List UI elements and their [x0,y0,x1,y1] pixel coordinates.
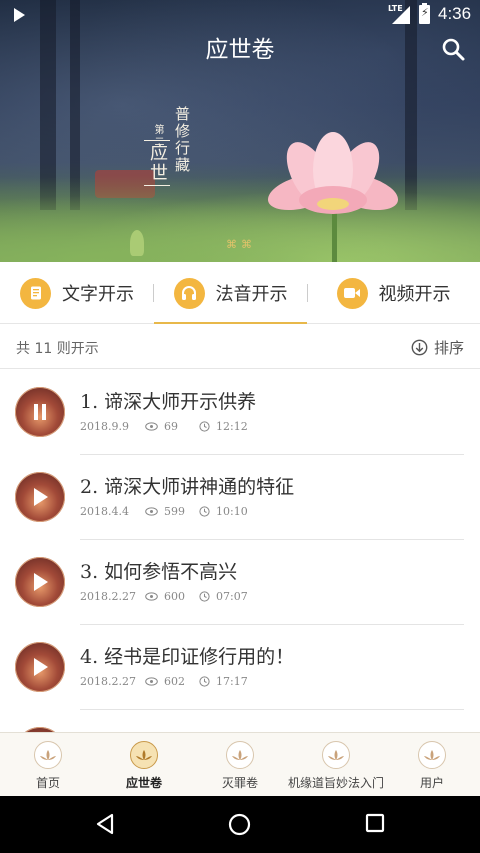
eye-icon [145,677,158,686]
list-item[interactable]: 3. 如何参悟不高兴 2018.2.27 600 07:07 [0,540,480,625]
tab-text-teachings[interactable]: 文字开示 [0,262,154,324]
item-duration: 07:07 [216,590,248,603]
teaching-thumbnail[interactable] [15,557,65,607]
status-time: 4:36 [438,4,472,23]
item-title: 2. 谛深大师讲神通的特征 [80,476,295,498]
lotus-active-icon [130,741,158,769]
active-tab-indicator [154,322,307,324]
banner-calligraphy-title: 应世 [144,140,170,186]
tab-video-teachings[interactable]: 视频开示 [307,262,480,324]
lotus-icon [322,741,350,769]
list-summary-bar: 共 11 则开示 排序 [0,325,480,369]
list-item[interactable]: 4. 经书是印证修行用的！ 2018.2.27 602 17:17 [0,625,480,710]
search-icon[interactable] [440,36,466,62]
eye-icon [145,422,158,431]
signal-icon [392,6,410,24]
list-item[interactable]: 2. 谛深大师讲神通的特征 2018.4.4 599 10:10 [0,455,480,540]
sort-download-icon [411,339,428,355]
tab-label: 法音开示 [215,284,288,305]
list-item[interactable]: 1. 谛深大师开示供养 2018.9.9 69 12:12 [0,370,480,455]
item-title: 1. 谛深大师开示供养 [80,391,257,413]
nav-miezui[interactable]: 灭罪卷 [192,733,288,797]
item-title: 4. 经书是印证修行用的！ [80,646,295,668]
item-date: 2018.2.27 [80,590,136,603]
item-duration: 17:17 [216,675,248,688]
nav-label: 灭罪卷 [221,776,258,790]
video-camera-icon [336,277,368,309]
banner-lotus-bud [130,230,144,256]
pause-icon [33,404,47,420]
sort-label: 排序 [434,338,465,357]
item-date: 2018.9.9 [80,420,129,433]
clock-icon [199,591,210,602]
lotus-user-icon [418,741,446,769]
banner-pager-dots: ⌘⌘ [226,238,256,251]
clock-icon [199,676,210,687]
teaching-thumbnail[interactable] [15,642,65,692]
play-icon [34,573,48,591]
nav-label: 用户 [419,776,444,790]
item-views: 600 [164,590,185,603]
lotus-icon [226,741,254,769]
clock-icon [199,506,210,517]
back-icon[interactable] [94,813,116,835]
recents-icon[interactable] [365,813,385,833]
play-icon [34,658,48,676]
item-views: 602 [164,675,185,688]
tab-audio-teachings[interactable]: 法音开示 [154,262,307,324]
item-views: 599 [164,505,185,518]
item-date: 2018.4.4 [80,505,129,518]
clock-icon [199,421,210,432]
tab-label: 视频开示 [378,284,451,305]
eye-icon [145,592,158,601]
item-duration: 12:12 [216,420,248,433]
item-duration: 10:10 [216,505,248,518]
banner-calligraphy: 普修行藏 [173,106,191,174]
nav-yingshi[interactable]: 应世卷 [96,733,192,797]
content-type-tabs: 文字开示 法音开示 视频开示 [0,262,480,324]
nav-label: 应世卷 [125,776,162,790]
teaching-thumbnail[interactable] [15,387,65,437]
play-indicator-icon [14,8,25,22]
lotus-home-icon [34,741,62,769]
nav-label: 机缘道旨妙法入门 [288,776,385,790]
nav-label: 首页 [35,776,60,790]
teaching-thumbnail[interactable] [15,472,65,522]
system-navigation-bar [0,796,480,853]
bottom-navigation: 首页 应世卷 灭罪卷 机缘道旨妙法入门 用户 [0,732,480,796]
item-meta: 2018.4.4 599 10:10 [80,505,248,518]
item-title: 3. 如何参悟不高兴 [80,561,238,583]
eye-icon [145,507,158,516]
item-meta: 2018.2.27 600 07:07 [80,590,248,603]
nav-jiyuan[interactable]: 机缘道旨妙法入门 [288,733,384,797]
nav-user[interactable]: 用户 [384,733,480,797]
play-icon [34,488,48,506]
page-title: 应世卷 [205,37,275,63]
sort-button[interactable]: 排序 [411,335,464,359]
item-count: 共 11 则开示 [16,341,99,357]
charging-icon: ⚡ [421,6,429,19]
home-icon[interactable] [228,813,251,836]
item-date: 2018.2.27 [80,675,136,688]
nav-home[interactable]: 首页 [0,733,96,797]
item-meta: 2018.2.27 602 17:17 [80,675,248,688]
document-icon [20,277,51,309]
tab-label: 文字开示 [62,284,134,305]
item-views: 69 [164,420,178,433]
headphones-icon [173,277,205,309]
item-meta: 2018.9.9 69 12:12 [80,420,248,433]
lotus-flower-image [267,132,399,214]
status-bar: LTE ⚡ 4:36 [0,0,480,30]
